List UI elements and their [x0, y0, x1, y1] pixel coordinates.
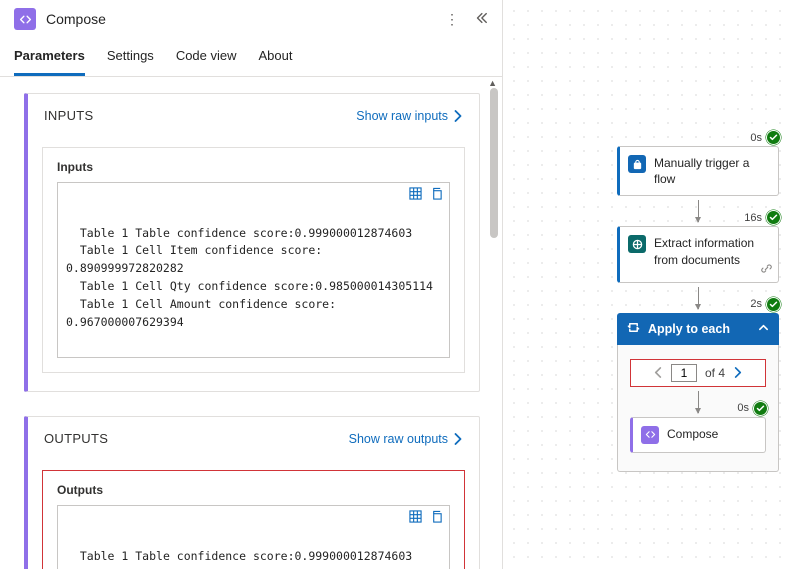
node-timing-compose: 0s [737, 401, 768, 416]
apply-body: of 4 0s Compose [617, 345, 779, 472]
success-icon [766, 130, 781, 145]
outputs-title: OUTPUTS [44, 431, 108, 446]
node-label: Manually trigger a flow [654, 155, 768, 187]
trigger-icon [628, 155, 646, 173]
scrollbar-thumb[interactable] [490, 88, 498, 238]
success-icon [766, 297, 781, 312]
inputs-title: INPUTS [44, 108, 93, 123]
tab-code-view[interactable]: Code view [176, 42, 237, 76]
panel-title: Compose [46, 11, 445, 27]
ai-builder-icon [628, 235, 646, 253]
inputs-code-text: Table 1 Table confidence score:0.9990000… [66, 226, 433, 329]
node-trigger[interactable]: Manually trigger a flow [617, 146, 779, 196]
copy-icon[interactable] [430, 510, 443, 529]
compose-action-icon [14, 8, 36, 30]
success-icon [766, 210, 781, 225]
iteration-pager: of 4 [630, 359, 766, 387]
outputs-label: Outputs [57, 483, 450, 497]
show-raw-inputs-link[interactable]: Show raw inputs [356, 109, 463, 123]
success-icon [753, 401, 768, 416]
panel-content: INPUTS Show raw inputs Inputs Table 1 Ta… [0, 77, 502, 569]
collapse-panel-icon[interactable] [474, 11, 488, 28]
node-extract[interactable]: Extract information from documents [617, 226, 779, 282]
toggle-view-icon[interactable] [409, 510, 422, 529]
inputs-card: INPUTS Show raw inputs Inputs Table 1 Ta… [24, 93, 480, 392]
inputs-section: Inputs Table 1 Table confidence score:0.… [42, 147, 465, 373]
node-label: Compose [667, 426, 718, 442]
node-label: Extract information from documents [654, 235, 768, 267]
tab-about[interactable]: About [259, 42, 293, 76]
outputs-value: Table 1 Table confidence score:0.9990000… [57, 505, 450, 569]
details-panel: Compose ⋮ Parameters Settings Code view … [0, 0, 503, 569]
pager-total: of 4 [705, 366, 725, 380]
node-label: Apply to each [648, 322, 750, 336]
pager-next[interactable] [733, 367, 742, 378]
connection-icon [761, 262, 772, 278]
more-icon[interactable]: ⋮ [445, 11, 460, 28]
pager-current-input[interactable] [671, 364, 697, 382]
outputs-card: OUTPUTS Show raw outputs Outputs Table 1… [24, 416, 480, 569]
show-raw-outputs-link[interactable]: Show raw outputs [349, 432, 463, 446]
inputs-value: Table 1 Table confidence score:0.9990000… [57, 182, 450, 358]
panel-header: Compose ⋮ [0, 0, 502, 36]
node-compose[interactable]: Compose [630, 417, 766, 453]
copy-icon[interactable] [430, 187, 443, 206]
inputs-label: Inputs [57, 160, 450, 174]
node-timing-apply: 2s [750, 297, 781, 312]
chevron-up-icon[interactable] [758, 322, 769, 336]
node-apply-to-each[interactable]: Apply to each [617, 313, 779, 345]
loop-icon [627, 321, 640, 337]
outputs-code-text: Table 1 Table confidence score:0.9990000… [66, 549, 433, 569]
pager-prev[interactable] [654, 367, 663, 378]
toggle-view-icon[interactable] [409, 187, 422, 206]
flow-canvas[interactable]: 0s Manually trigger a flow 16s Extra [503, 0, 786, 569]
tab-settings[interactable]: Settings [107, 42, 154, 76]
node-timing-trigger: 0s [750, 130, 781, 145]
tab-parameters[interactable]: Parameters [14, 42, 85, 76]
compose-icon [641, 426, 659, 444]
scroll-up-icon[interactable]: ▲ [488, 78, 497, 88]
tabs-bar: Parameters Settings Code view About [0, 36, 502, 77]
node-timing-extract: 16s [744, 210, 781, 225]
outputs-section: Outputs Table 1 Table confidence score:0… [42, 470, 465, 569]
